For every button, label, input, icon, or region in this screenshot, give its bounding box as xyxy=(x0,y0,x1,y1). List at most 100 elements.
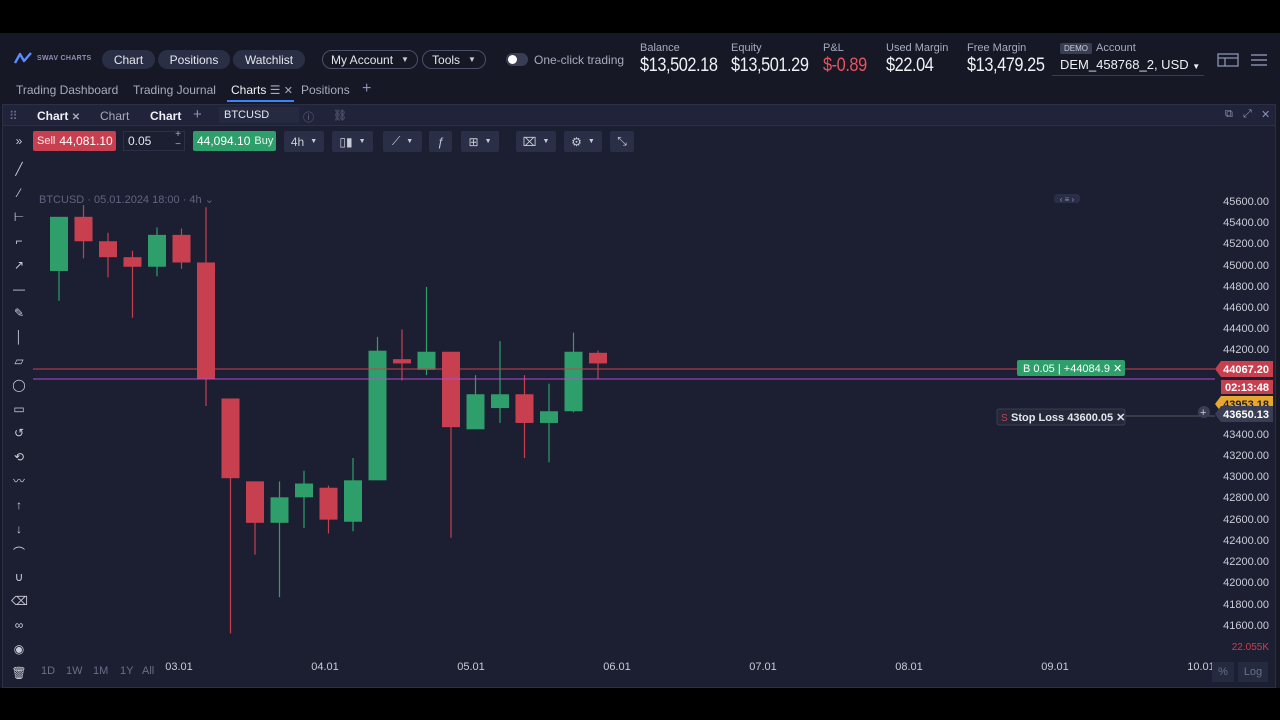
header: SWAV CHARTS Chart Positions Watchlist My… xyxy=(0,33,1280,77)
metric-label: Used Margin xyxy=(886,42,949,54)
time-tick-label: 03.01 xyxy=(165,661,193,673)
tab-charts[interactable]: Charts ☰ ✕ xyxy=(231,83,293,97)
tab-trading-journal[interactable]: Trading Journal xyxy=(133,83,216,97)
drawing-tools: ╱ ⁄ ⊢ ⌐ ↗ — ✎ │ ▱ ◯ ▭ ↺ ⟲ 〰 ↑ ↓ ⌒ ∪ ⌫ ∞ … xyxy=(3,157,33,689)
arrow-tool-icon[interactable]: ↗ xyxy=(11,257,27,273)
candle-body xyxy=(197,262,215,380)
nav-watchlist[interactable]: Watchlist xyxy=(233,50,305,69)
metric-label: Balance xyxy=(640,42,680,54)
candle-body xyxy=(74,216,93,242)
demo-badge: DEMO xyxy=(1060,42,1092,54)
curve-tool-icon[interactable]: ⌒ xyxy=(11,545,27,561)
price-tick-label: 41600.00 xyxy=(1223,620,1269,632)
video-letterbox-bottom xyxy=(0,688,1280,720)
nav-chart[interactable]: Chart xyxy=(102,50,155,69)
tab-trading-dashboard[interactable]: Trading Dashboard xyxy=(16,83,118,97)
wave-tool-icon[interactable]: 〰 xyxy=(11,473,27,489)
hamburger-icon[interactable]: ☰ xyxy=(270,83,281,97)
brush-tool-icon[interactable]: ✎ xyxy=(11,305,27,321)
close-icon[interactable]: ✕ xyxy=(284,85,293,97)
one-click-toggle[interactable] xyxy=(506,53,528,66)
rectangle-icon[interactable]: ▭ xyxy=(11,401,27,417)
time-tick-label: 04.01 xyxy=(311,661,339,673)
range-1w[interactable]: 1W xyxy=(66,665,83,677)
line-tool-icon[interactable]: ╱ xyxy=(11,161,27,177)
range-all[interactable]: All xyxy=(142,665,154,677)
vline-tool-icon[interactable]: │ xyxy=(11,329,27,345)
link-icon[interactable]: ∞ xyxy=(11,617,27,633)
range-1d[interactable]: 1D xyxy=(41,665,55,677)
time-tick-label: 07.01 xyxy=(749,661,777,673)
parallelogram-icon[interactable]: ▱ xyxy=(11,353,27,369)
price-tick-label: 45400.00 xyxy=(1223,217,1269,229)
account-selector[interactable]: DEMO Account DEM_458768_2, USD ▼ xyxy=(1060,42,1200,72)
stop-loss-text: Stop Loss 43600.05 ✕ xyxy=(1011,412,1125,424)
arc-tool-icon[interactable]: ↺ xyxy=(11,425,27,441)
metric-label: Equity xyxy=(731,42,762,54)
arrow-down-icon[interactable]: ↓ xyxy=(11,521,27,537)
my-account-label: My Account xyxy=(331,52,394,67)
video-letterbox-top xyxy=(0,0,1280,33)
ellipse-icon[interactable]: ◯ xyxy=(11,377,27,393)
tools-label: Tools xyxy=(432,52,461,67)
menu-icon[interactable] xyxy=(1250,53,1268,67)
price-tick-label: 42600.00 xyxy=(1223,514,1269,526)
candle-body xyxy=(491,394,509,409)
time-tick-label: 08.01 xyxy=(895,661,923,673)
layout-icon[interactable] xyxy=(1217,53,1239,67)
add-tab-icon[interactable]: + xyxy=(362,80,371,98)
metric-equity: Equity $13,501.29 xyxy=(731,42,821,77)
trash-icon[interactable]: 🗑 xyxy=(11,665,27,681)
chevron-down-icon: ▼ xyxy=(468,55,476,64)
price-tick-label: 44200.00 xyxy=(1223,344,1269,356)
price-tick-label: 42800.00 xyxy=(1223,492,1269,504)
volume-label: 22.055K xyxy=(1232,642,1270,653)
metric-balance: Balance $13,502.18 xyxy=(640,42,730,77)
candle-body xyxy=(368,350,387,481)
my-account-dropdown[interactable]: My Account ▼ xyxy=(322,50,418,69)
time-tick-label: 10.01 xyxy=(1187,661,1215,673)
range-1y[interactable]: 1Y xyxy=(120,665,133,677)
candle-body xyxy=(515,394,534,423)
logo[interactable]: SWAV CHARTS xyxy=(14,51,92,65)
account-label: Account xyxy=(1096,42,1136,54)
candle-body xyxy=(540,411,558,423)
plus-icon: + xyxy=(1200,407,1206,419)
candle-body xyxy=(564,351,583,412)
eye-icon[interactable]: ◉ xyxy=(11,641,27,657)
eraser-icon[interactable]: ⌫ xyxy=(11,593,28,609)
tab-positions[interactable]: Positions xyxy=(301,83,350,97)
account-underline xyxy=(1052,75,1204,76)
trading-app: SWAV CHARTS Chart Positions Watchlist My… xyxy=(0,33,1280,688)
arrow-up-icon[interactable]: ↑ xyxy=(11,497,27,513)
percent-scale-button[interactable]: % xyxy=(1212,662,1234,682)
logo-text: SWAV CHARTS xyxy=(37,54,92,62)
logo-icon xyxy=(14,52,32,64)
metric-free-margin: Free Margin $13,479.25 xyxy=(967,42,1057,77)
rotate-tool-icon[interactable]: ⟲ xyxy=(11,449,27,465)
candle-body xyxy=(246,481,264,523)
horizontal-line-icon[interactable]: ⊢ xyxy=(11,209,27,225)
candle-body xyxy=(148,234,166,267)
candle-body xyxy=(417,351,436,370)
path-tool-icon[interactable]: ⌐ xyxy=(11,233,27,249)
account-value: DEM_458768_2, USD xyxy=(1060,57,1189,72)
magnet-icon[interactable]: ∪ xyxy=(11,569,27,585)
hline-tool-icon[interactable]: — xyxy=(11,281,27,297)
price-tick-label: 44400.00 xyxy=(1223,323,1269,335)
nav-positions[interactable]: Positions xyxy=(158,50,230,69)
price-tick-label: 42000.00 xyxy=(1223,577,1269,589)
candle-body xyxy=(589,352,607,364)
caret-down-icon: ▼ xyxy=(1192,62,1201,71)
log-scale-button[interactable]: Log xyxy=(1238,662,1268,682)
tab-charts-label: Charts xyxy=(231,83,267,97)
candlestick-chart[interactable]: BTCUSD · 05.01.2024 18:00 · 4h ⌄ B 0.05 |… xyxy=(3,105,1275,687)
ray-tool-icon[interactable]: ⁄ xyxy=(11,185,27,201)
price-tick-label: 45000.00 xyxy=(1223,260,1269,272)
range-1m[interactable]: 1M xyxy=(93,665,108,677)
metric-value: $22.04 xyxy=(886,55,934,76)
tools-dropdown[interactable]: Tools ▼ xyxy=(422,50,486,69)
one-click-label: One-click trading xyxy=(534,53,625,67)
chart-panel: ⠿ Chart ✕ Chart Chart + BTCUSD ⓘ ⛓ ⧉ ⤢ ✕… xyxy=(2,104,1276,688)
metric-pnl: P&L $-0.89 xyxy=(823,42,874,77)
